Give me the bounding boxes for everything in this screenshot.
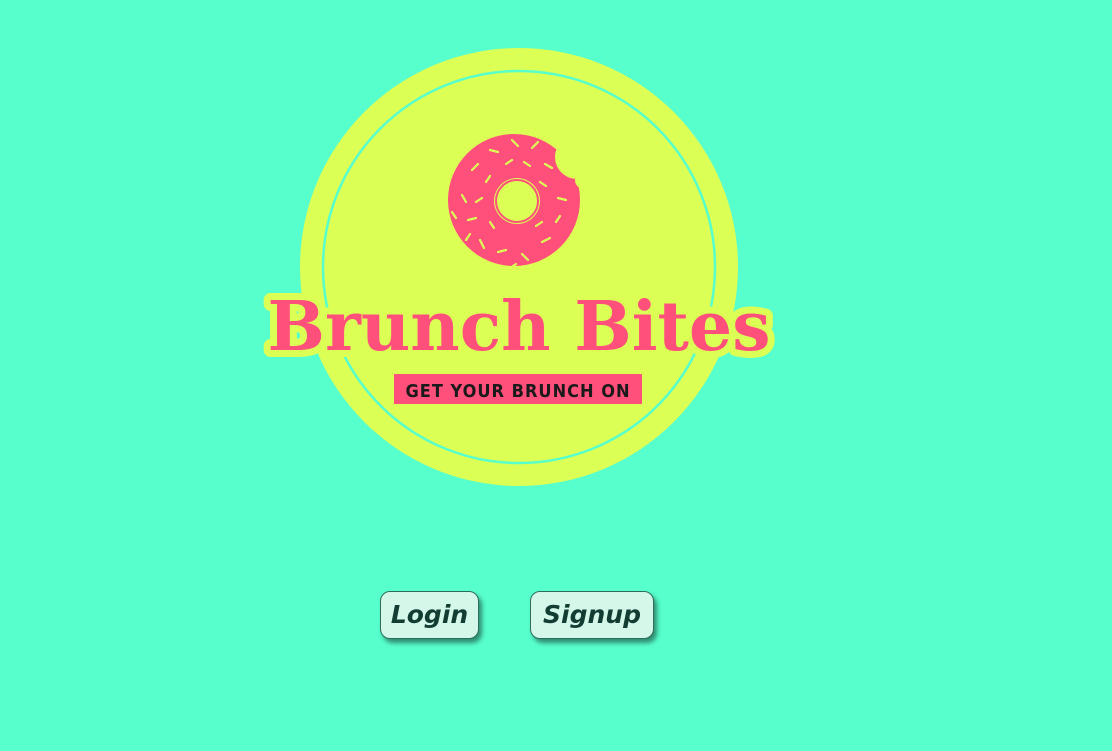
brunch-bites-logo: Brunch Bites Brunch Bites GET YOUR BRUNC…: [261, 48, 777, 486]
logo-tagline: GET YOUR BRUNCH ON: [405, 381, 630, 402]
landing-page: Brunch Bites Brunch Bites GET YOUR BRUNC…: [0, 0, 1112, 751]
signup-button[interactable]: Signup: [530, 591, 654, 639]
login-button[interactable]: Login: [380, 591, 479, 639]
logo-title: Brunch Bites: [268, 287, 771, 367]
logo-badge: [300, 48, 738, 486]
